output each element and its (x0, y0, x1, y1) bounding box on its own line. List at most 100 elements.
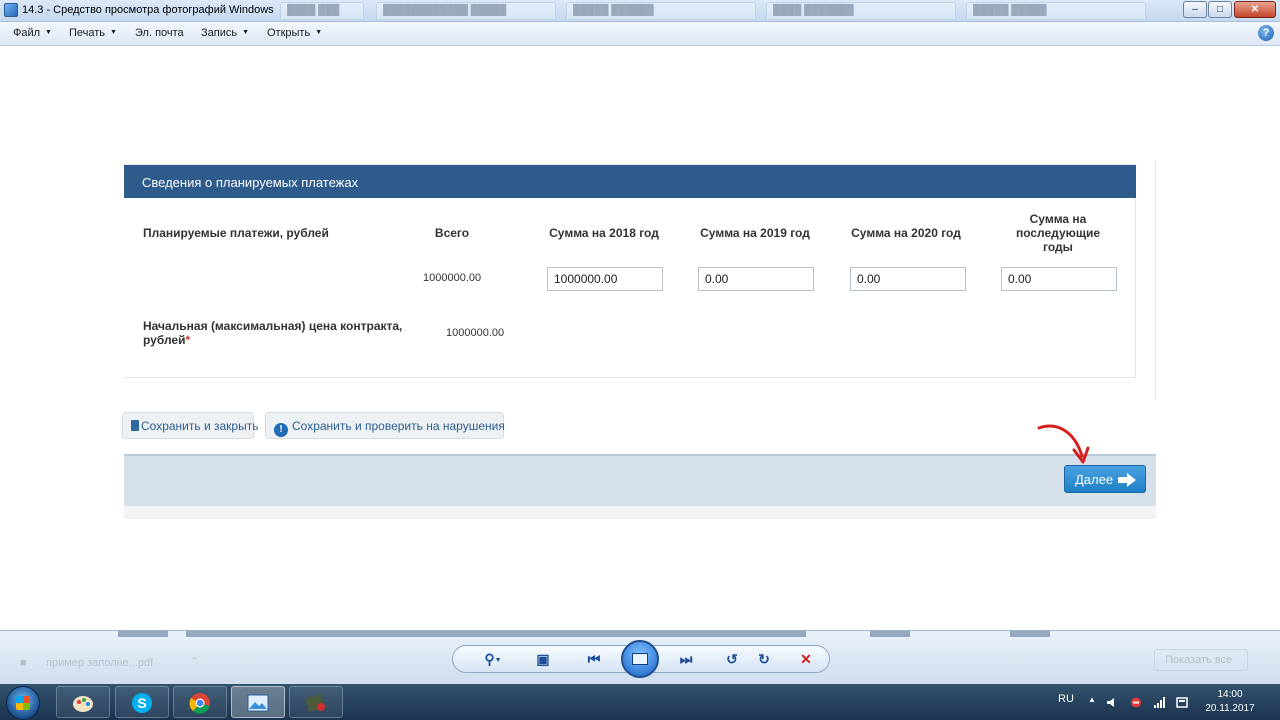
background-glimpse (870, 631, 910, 637)
windows-logo-icon (16, 696, 30, 710)
wizard-footer (124, 454, 1156, 506)
column-2019: Сумма на 2019 год (700, 226, 810, 240)
save-check-button[interactable]: ! Сохранить и проверить на нарушения (265, 412, 505, 439)
photo-viewer-icon (247, 694, 269, 712)
ghost-chevron-icon: ⌃ (190, 656, 200, 668)
column-total: Всего (434, 226, 470, 240)
delete-icon[interactable]: ✕ (796, 650, 816, 668)
background-window-tab: ████ ███████ (766, 2, 956, 20)
document-icon (131, 420, 139, 431)
background-glimpse (1010, 631, 1050, 637)
clock[interactable]: 14:00 20.11.2017 (1200, 688, 1260, 716)
window-titlebar: 14.3 - Средство просмотра фотографий Win… (0, 0, 1280, 22)
background-window-tab: █████ ██████ (566, 2, 756, 20)
menu-burn-label: Запись (201, 27, 238, 39)
taskbar-recorder[interactable] (289, 686, 343, 718)
chevron-down-icon: ▼ (45, 29, 52, 36)
menu-email-label: Эл. почта (135, 27, 184, 39)
annotation-arrow-icon (1037, 424, 1090, 464)
sum-2020-input[interactable] (850, 267, 966, 291)
alert-icon: ! (274, 423, 288, 437)
arrow-right-icon (1118, 473, 1136, 487)
column-2020: Сумма на 2020 год (851, 226, 961, 240)
max-price-label-line2: рублей (143, 333, 186, 347)
sum-later-input[interactable] (1001, 267, 1117, 291)
skype-icon: S (132, 693, 152, 713)
footer-strip (124, 506, 1156, 519)
clock-time: 14:00 (1217, 689, 1243, 700)
menu-file-label: Файл (13, 27, 41, 39)
ghost-pdf-icon: ■ (20, 657, 27, 669)
tray-expand-icon[interactable]: ▲ (1088, 695, 1096, 704)
taskbar-skype[interactable]: S (115, 686, 169, 718)
rotate-right-icon[interactable]: ↻ (754, 650, 774, 668)
window-title: 14.3 - Средство просмотра фотографий Win… (22, 4, 274, 16)
background-glimpse (186, 631, 806, 637)
column-later-line3: годы (1043, 240, 1073, 254)
total-value: 1000000.00 (423, 272, 482, 284)
slideshow-icon (632, 653, 648, 665)
sum-2019-input[interactable] (698, 267, 814, 291)
start-button[interactable] (6, 686, 40, 720)
menu-file[interactable]: Файл ▼ (13, 27, 52, 39)
clock-date: 20.11.2017 (1205, 703, 1255, 714)
menu-email[interactable]: Эл. почта (135, 27, 184, 39)
actual-size-icon[interactable]: ▣ (533, 650, 553, 668)
notification-icon[interactable] (1130, 697, 1142, 708)
volume-icon[interactable] (1106, 697, 1118, 708)
screen-recorder-icon (305, 694, 325, 712)
taskbar-photo-viewer[interactable] (231, 686, 285, 718)
column-later-line2: последующие (1015, 226, 1101, 240)
column-later-line1: Сумма на (1029, 212, 1087, 226)
section-title: Сведения о планируемых платежах (124, 165, 1136, 198)
required-marker: * (185, 333, 191, 347)
planned-payments-label: Планируемые платежи, рублей (143, 226, 329, 240)
max-price-value: 1000000.00 (446, 327, 505, 339)
action-center-icon[interactable] (1176, 697, 1188, 708)
help-icon[interactable]: ? (1258, 25, 1274, 41)
max-price-label-line1: Начальная (максимальная) цена контракта, (143, 319, 403, 333)
background-window-tab: ████████████ █████ (376, 2, 556, 20)
zoom-icon[interactable]: ⚲▼ (478, 650, 508, 668)
taskbar-chrome[interactable] (173, 686, 227, 718)
menu-print[interactable]: Печать ▼ (69, 27, 117, 39)
maximize-button[interactable]: □ (1208, 1, 1232, 18)
previous-icon[interactable]: ⏮ (584, 650, 604, 668)
chrome-icon (189, 693, 210, 714)
network-icon[interactable] (1153, 697, 1165, 708)
minimize-button[interactable]: – (1183, 1, 1207, 18)
rotate-left-icon[interactable]: ↺ (722, 650, 742, 668)
menu-bar: Файл ▼ Печать ▼ Эл. почта Запись ▼ Открыть ▼… (0, 22, 1280, 46)
menu-open-label: Открыть (267, 27, 311, 39)
save-check-label: Сохранить и проверить на нарушения (292, 419, 505, 433)
next-button[interactable]: Далее (1064, 465, 1146, 493)
payments-panel-container: Сведения о планируемых платежах Планируе… (124, 160, 1156, 400)
chevron-down-icon: ▼ (110, 29, 117, 36)
ghost-download-item: пример заполне...pdf (46, 657, 154, 669)
chevron-down-icon: ▼ (242, 29, 250, 36)
menu-open[interactable]: Открыть ▼ (267, 27, 322, 39)
svg-text:S: S (137, 695, 146, 711)
next-label: Далее (1075, 472, 1114, 487)
column-later-years: Сумма на последующие годы (998, 212, 1118, 254)
taskbar-paint[interactable] (56, 686, 110, 718)
background-window-tab: ████ ███ (280, 2, 364, 20)
chevron-down-icon: ▼ (315, 29, 323, 36)
ghost-show-all-button: Показать все (1154, 649, 1248, 671)
column-2018: Сумма на 2018 год (549, 226, 659, 240)
sum-2018-input[interactable] (547, 267, 663, 291)
close-window-button[interactable]: ✕ (1234, 1, 1276, 18)
language-indicator[interactable]: RU (1058, 693, 1074, 705)
slideshow-button[interactable] (621, 640, 659, 678)
payments-panel: Сведения о планируемых платежах Планируе… (124, 164, 1136, 378)
background-window-tab: █████ █████ (966, 2, 1146, 20)
menu-burn[interactable]: Запись ▼ (201, 27, 249, 39)
background-glimpse (118, 631, 168, 637)
max-price-label: Начальная (максимальная) цена контракта,… (143, 319, 402, 347)
save-close-button[interactable]: Сохранить и закрыть (122, 412, 258, 439)
photo-viewer-app-icon (4, 3, 18, 17)
menu-print-label: Печать (69, 27, 106, 39)
paint-palette-icon (73, 696, 93, 712)
next-image-icon[interactable]: ⏭ (676, 650, 696, 668)
save-close-label: Сохранить и закрыть (141, 419, 259, 433)
